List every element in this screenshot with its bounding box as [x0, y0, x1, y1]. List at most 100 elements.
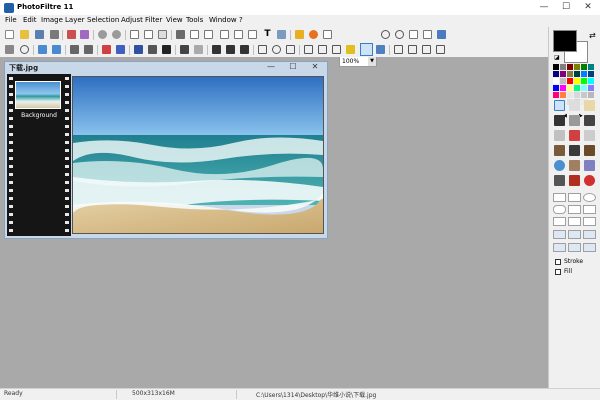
flip-horizontal-icon[interactable]: [70, 45, 79, 54]
curve-shape-button[interactable]: [553, 217, 566, 226]
histogram-icon[interactable]: [134, 45, 143, 54]
layer-mode-button[interactable]: [360, 43, 373, 56]
automation-icon[interactable]: [295, 30, 304, 39]
hand-tool-icon[interactable]: [584, 100, 595, 111]
print-icon[interactable]: [50, 30, 59, 39]
image-canvas[interactable]: [72, 76, 324, 234]
gamma-icon[interactable]: [286, 45, 295, 54]
negative-icon[interactable]: [194, 45, 203, 54]
layer-thumbnail[interactable]: [15, 81, 61, 109]
move-tool-icon[interactable]: [569, 100, 580, 111]
diamond-shape-button[interactable]: [568, 193, 581, 202]
zoom-in-icon[interactable]: [381, 30, 390, 39]
scan-icon[interactable]: [67, 30, 76, 39]
paste-icon[interactable]: [158, 30, 167, 39]
doc-close-button[interactable]: ✕: [309, 62, 321, 72]
center-selection-button[interactable]: [568, 243, 581, 252]
cut-icon[interactable]: [130, 30, 139, 39]
fit-selection-button[interactable]: [583, 243, 596, 252]
stamp-tool-icon[interactable]: [584, 145, 595, 156]
menu-edit[interactable]: Edit: [23, 16, 37, 24]
rotate-right-icon[interactable]: [52, 45, 61, 54]
saturation-icon[interactable]: [272, 45, 281, 54]
zoom-select[interactable]: 100% ▼: [339, 56, 377, 67]
brush-tool-icon[interactable]: [554, 145, 565, 156]
pen-tool-icon[interactable]: [569, 145, 580, 156]
blur-icon[interactable]: [304, 45, 313, 54]
triangle-shape-button[interactable]: [568, 205, 581, 214]
emboss-icon[interactable]: [436, 45, 445, 54]
crop-icon[interactable]: [176, 30, 185, 39]
close-button[interactable]: ✕: [582, 2, 594, 13]
canvas-size-icon[interactable]: [204, 30, 213, 39]
border-icon[interactable]: [408, 45, 417, 54]
menu-tools[interactable]: Tools: [186, 16, 203, 24]
texture-icon[interactable]: [394, 45, 403, 54]
swap-colors-icon[interactable]: ⇄: [589, 31, 596, 40]
fill-tool-icon[interactable]: [554, 130, 565, 141]
flip-vertical-icon[interactable]: [84, 45, 93, 54]
maximize-button[interactable]: ☐: [560, 2, 572, 13]
eraser-tool-icon[interactable]: [569, 130, 580, 141]
effect-2-icon[interactable]: [226, 45, 235, 54]
actual-size-icon[interactable]: [409, 30, 418, 39]
hue-icon[interactable]: [116, 45, 125, 54]
brightness-icon[interactable]: [258, 45, 267, 54]
duplicate-icon[interactable]: [220, 30, 229, 39]
effect-1-icon[interactable]: [212, 45, 221, 54]
image-size-icon[interactable]: [190, 30, 199, 39]
copy-icon[interactable]: [144, 30, 153, 39]
levels-icon[interactable]: [148, 45, 157, 54]
eyedropper-tool-icon[interactable]: [554, 115, 565, 126]
sharpen-icon[interactable]: [318, 45, 327, 54]
menu-adjust[interactable]: Adjust: [121, 16, 143, 24]
ellipse-shape-button[interactable]: [583, 193, 596, 202]
menu-window[interactable]: Window: [209, 16, 237, 24]
grayscale-icon[interactable]: [180, 45, 189, 54]
transparency-icon[interactable]: [248, 30, 257, 39]
effect-3-icon[interactable]: [240, 45, 249, 54]
selection-tool-icon[interactable]: [554, 100, 565, 111]
rounded-rect-shape-button[interactable]: [553, 205, 566, 214]
open-folder-icon[interactable]: [20, 30, 29, 39]
rectangle-shape-button[interactable]: [553, 193, 566, 202]
new-file-icon[interactable]: [5, 30, 14, 39]
lasso-shape-button[interactable]: [568, 217, 581, 226]
select-all-button[interactable]: [553, 230, 566, 239]
invert-selection-button[interactable]: [568, 230, 581, 239]
smudge-tool-icon[interactable]: [569, 160, 580, 171]
stroke-checkbox[interactable]: [555, 259, 561, 265]
menu-file[interactable]: File: [5, 16, 17, 24]
zoom-out-icon[interactable]: [395, 30, 404, 39]
layer-icon[interactable]: [234, 30, 243, 39]
reset-colors-icon[interactable]: ◪: [554, 54, 560, 61]
frame-icon[interactable]: [277, 30, 286, 39]
soften-icon[interactable]: [332, 45, 341, 54]
contrast-icon[interactable]: [162, 45, 171, 54]
hide-selection-button[interactable]: [583, 230, 596, 239]
polygon-shape-button[interactable]: [583, 217, 596, 226]
fill-checkbox[interactable]: [555, 269, 561, 275]
pattern-tool-icon[interactable]: [554, 175, 565, 186]
magic-wand-icon[interactable]: [20, 45, 29, 54]
fit-window-icon[interactable]: [423, 30, 432, 39]
arrow-shape-button[interactable]: [583, 205, 596, 214]
doc-minimize-button[interactable]: —: [265, 62, 277, 72]
redo-icon[interactable]: [112, 30, 121, 39]
blur-tool-icon[interactable]: [554, 160, 565, 171]
line-tool-icon[interactable]: [584, 115, 595, 126]
menu-filter[interactable]: Filter: [145, 16, 162, 24]
color-adjust-icon[interactable]: [102, 45, 111, 54]
rotate-left-icon[interactable]: [38, 45, 47, 54]
browser-icon[interactable]: [323, 30, 332, 39]
menu-image[interactable]: Image: [41, 16, 63, 24]
edge-icon[interactable]: [422, 45, 431, 54]
menu-selection[interactable]: Selection: [87, 16, 119, 24]
magic-wand-tool-icon[interactable]: [569, 115, 580, 126]
menu-layer[interactable]: Layer: [65, 16, 85, 24]
clone-tool-icon[interactable]: [569, 175, 580, 186]
menu-view[interactable]: View: [166, 16, 183, 24]
plugin-icon[interactable]: [309, 30, 318, 39]
email-icon[interactable]: [80, 30, 89, 39]
select-icon[interactable]: [5, 45, 14, 54]
